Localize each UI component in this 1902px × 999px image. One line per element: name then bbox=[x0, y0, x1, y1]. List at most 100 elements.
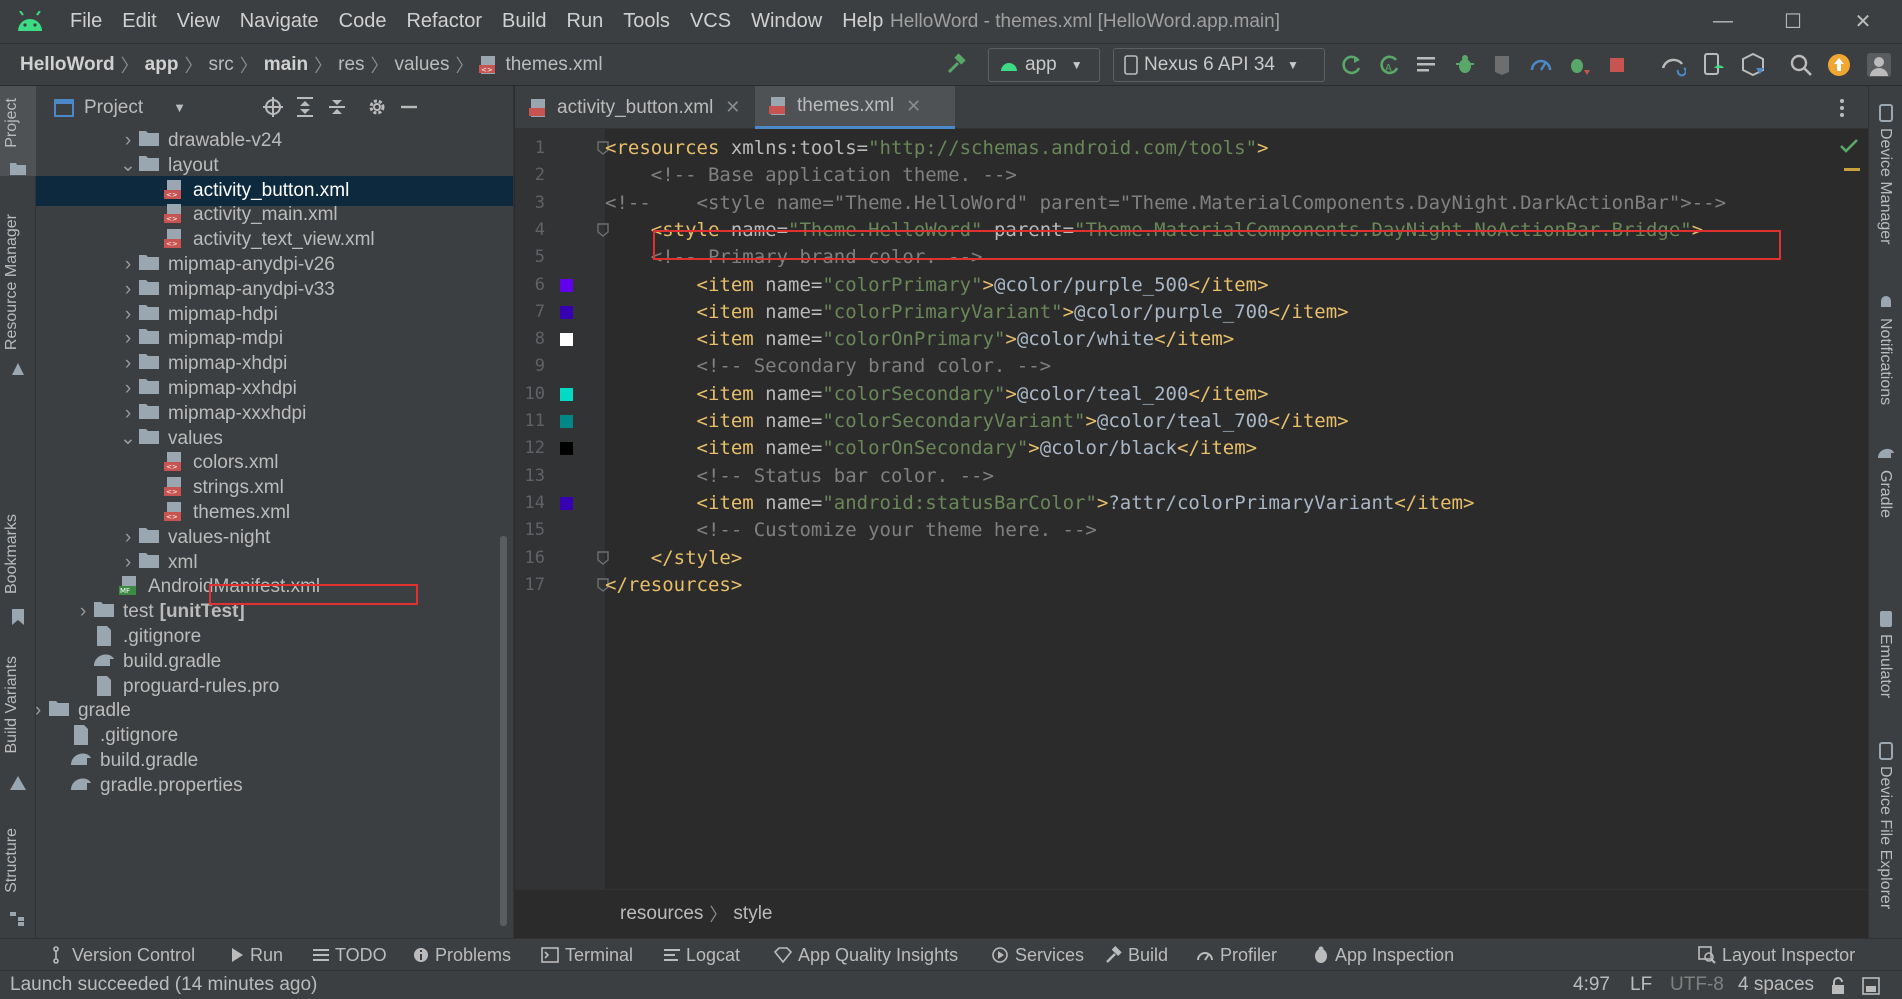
tool-logcat[interactable]: Logcat bbox=[664, 939, 740, 971]
collapsed-chevron-icon[interactable]: › bbox=[118, 254, 138, 276]
collapsed-chevron-icon[interactable]: › bbox=[118, 279, 138, 301]
tool-todo[interactable]: TODO bbox=[313, 939, 387, 971]
close-tab-icon[interactable]: ✕ bbox=[906, 96, 921, 117]
tool-run[interactable]: Run bbox=[230, 939, 283, 971]
tool-gradle[interactable]: Gradle bbox=[1876, 470, 1894, 518]
stop-icon[interactable] bbox=[1604, 52, 1630, 78]
minimize-button[interactable]: — bbox=[1690, 0, 1756, 43]
color-swatch-icon[interactable] bbox=[560, 278, 573, 292]
more-tabs-icon[interactable] bbox=[1839, 98, 1845, 118]
menu-window[interactable]: Window bbox=[741, 0, 832, 43]
color-swatch-icon[interactable] bbox=[560, 415, 573, 428]
collapsed-chevron-icon[interactable]: › bbox=[118, 403, 138, 425]
tool-build-variants[interactable]: Build Variants bbox=[3, 656, 21, 754]
collapsed-chevron-icon[interactable]: › bbox=[118, 378, 138, 400]
attach-debugger-icon[interactable] bbox=[1566, 52, 1592, 78]
collapsed-chevron-icon[interactable]: › bbox=[36, 700, 48, 722]
run-coverage-icon[interactable] bbox=[1490, 52, 1516, 78]
menu-run[interactable]: Run bbox=[557, 0, 614, 43]
tool-build[interactable]: Build bbox=[1104, 939, 1168, 971]
locate-file-icon[interactable] bbox=[262, 96, 284, 118]
tab-themes[interactable]: themes.xml ✕ bbox=[755, 86, 955, 129]
tool-resource-manager[interactable]: Resource Manager bbox=[3, 214, 21, 350]
editor-crumb-resources[interactable]: resources bbox=[620, 903, 703, 925]
chevron-down-icon[interactable]: ▼ bbox=[173, 100, 186, 115]
breadcrumb-res[interactable]: res bbox=[338, 54, 364, 76]
run-config-dropdown[interactable]: app ▼ bbox=[988, 48, 1100, 82]
tool-app-quality-insights[interactable]: App Quality Insights bbox=[774, 939, 958, 971]
menu-vcs[interactable]: VCS bbox=[680, 0, 741, 43]
tool-emulator[interactable]: Emulator bbox=[1876, 634, 1894, 698]
menu-file[interactable]: File bbox=[60, 0, 112, 43]
color-swatch-icon[interactable] bbox=[560, 496, 573, 510]
status-message[interactable]: Launch succeeded (14 minutes ago) bbox=[10, 974, 317, 996]
device-manager-icon[interactable] bbox=[1700, 52, 1726, 78]
tool-terminal[interactable]: Terminal bbox=[541, 939, 633, 971]
close-tab-icon[interactable]: ✕ bbox=[725, 97, 740, 118]
menu-tools[interactable]: Tools bbox=[613, 0, 680, 43]
tool-notifications[interactable]: Notifications bbox=[1876, 318, 1894, 405]
file-encoding[interactable]: UTF-8 bbox=[1670, 974, 1724, 996]
sync-list-icon[interactable] bbox=[1414, 52, 1440, 78]
tool-profiler[interactable]: Profiler bbox=[1196, 939, 1277, 971]
breadcrumb-file[interactable]: themes.xml bbox=[505, 54, 602, 76]
user-avatar-icon[interactable] bbox=[1866, 52, 1892, 78]
menu-refactor[interactable]: Refactor bbox=[396, 0, 492, 43]
caret-position[interactable]: 4:97 bbox=[1573, 974, 1610, 996]
breadcrumb-src[interactable]: src bbox=[208, 54, 233, 76]
tool-device-file-explorer[interactable]: Device File Explorer bbox=[1876, 766, 1894, 909]
collapsed-chevron-icon[interactable]: › bbox=[118, 328, 138, 350]
menu-build[interactable]: Build bbox=[492, 0, 556, 43]
project-view-label[interactable]: Project bbox=[84, 97, 143, 119]
lock-icon[interactable] bbox=[1830, 977, 1846, 995]
expand-all-icon[interactable] bbox=[294, 96, 316, 118]
line-separator[interactable]: LF bbox=[1630, 974, 1652, 996]
expanded-chevron-icon[interactable]: ⌄ bbox=[118, 154, 138, 177]
memory-indicator-icon[interactable] bbox=[1862, 977, 1880, 995]
tool-structure[interactable]: Structure bbox=[3, 828, 21, 893]
menu-help[interactable]: Help bbox=[832, 0, 893, 43]
apply-changes-restart-icon[interactable] bbox=[1338, 52, 1364, 78]
editor-crumb-style[interactable]: style bbox=[733, 903, 772, 925]
color-swatch-icon[interactable] bbox=[560, 305, 573, 319]
collapse-all-icon[interactable] bbox=[326, 96, 348, 118]
close-window-button[interactable]: ✕ bbox=[1830, 0, 1896, 43]
breadcrumb-module[interactable]: app bbox=[145, 54, 179, 76]
sdk-manager-icon[interactable] bbox=[1740, 52, 1766, 78]
gear-icon[interactable] bbox=[366, 96, 388, 118]
tool-layout-inspector[interactable]: Layout Inspector bbox=[1698, 939, 1855, 971]
collapsed-chevron-icon[interactable]: › bbox=[118, 304, 138, 326]
collapsed-chevron-icon[interactable]: › bbox=[118, 130, 138, 152]
tool-device-manager[interactable]: Device Manager bbox=[1876, 128, 1894, 245]
collapsed-chevron-icon[interactable]: › bbox=[73, 601, 93, 623]
tool-bookmarks[interactable]: Bookmarks bbox=[3, 514, 21, 594]
color-swatch-icon[interactable] bbox=[560, 442, 573, 456]
project-scrollbar[interactable] bbox=[500, 536, 507, 926]
tool-version-control[interactable]: Version Control bbox=[52, 939, 195, 971]
profile-icon[interactable] bbox=[1528, 52, 1554, 78]
collapsed-chevron-icon[interactable]: › bbox=[118, 552, 138, 574]
collapsed-chevron-icon[interactable]: › bbox=[118, 527, 138, 549]
menu-code[interactable]: Code bbox=[329, 0, 397, 43]
indent-setting[interactable]: 4 spaces bbox=[1738, 974, 1814, 996]
color-swatch-icon[interactable] bbox=[560, 387, 573, 401]
breadcrumb-main[interactable]: main bbox=[264, 54, 308, 76]
menu-navigate[interactable]: Navigate bbox=[230, 0, 329, 43]
menu-edit[interactable]: Edit bbox=[112, 0, 166, 43]
debug-icon[interactable] bbox=[1452, 52, 1478, 78]
tab-activity-button[interactable]: activity_button.xml ✕ bbox=[515, 86, 753, 129]
update-available-icon[interactable] bbox=[1826, 52, 1852, 78]
menu-view[interactable]: View bbox=[167, 0, 230, 43]
tool-project[interactable]: Project bbox=[3, 98, 21, 148]
apply-code-changes-icon[interactable]: A bbox=[1376, 52, 1402, 78]
breadcrumb-values[interactable]: values bbox=[395, 54, 450, 76]
collapsed-chevron-icon[interactable]: › bbox=[118, 353, 138, 375]
tree-item[interactable]: gradle.properties bbox=[36, 771, 513, 801]
color-swatch-icon[interactable] bbox=[560, 333, 573, 347]
sync-gradle-icon[interactable] bbox=[1660, 52, 1686, 78]
tool-services[interactable]: Services bbox=[991, 939, 1084, 971]
hide-panel-icon[interactable] bbox=[398, 96, 420, 118]
expanded-chevron-icon[interactable]: ⌄ bbox=[118, 427, 138, 450]
breadcrumb-project[interactable]: HelloWord bbox=[0, 54, 115, 76]
device-dropdown[interactable]: Nexus 6 API 34 ▼ bbox=[1113, 48, 1325, 82]
